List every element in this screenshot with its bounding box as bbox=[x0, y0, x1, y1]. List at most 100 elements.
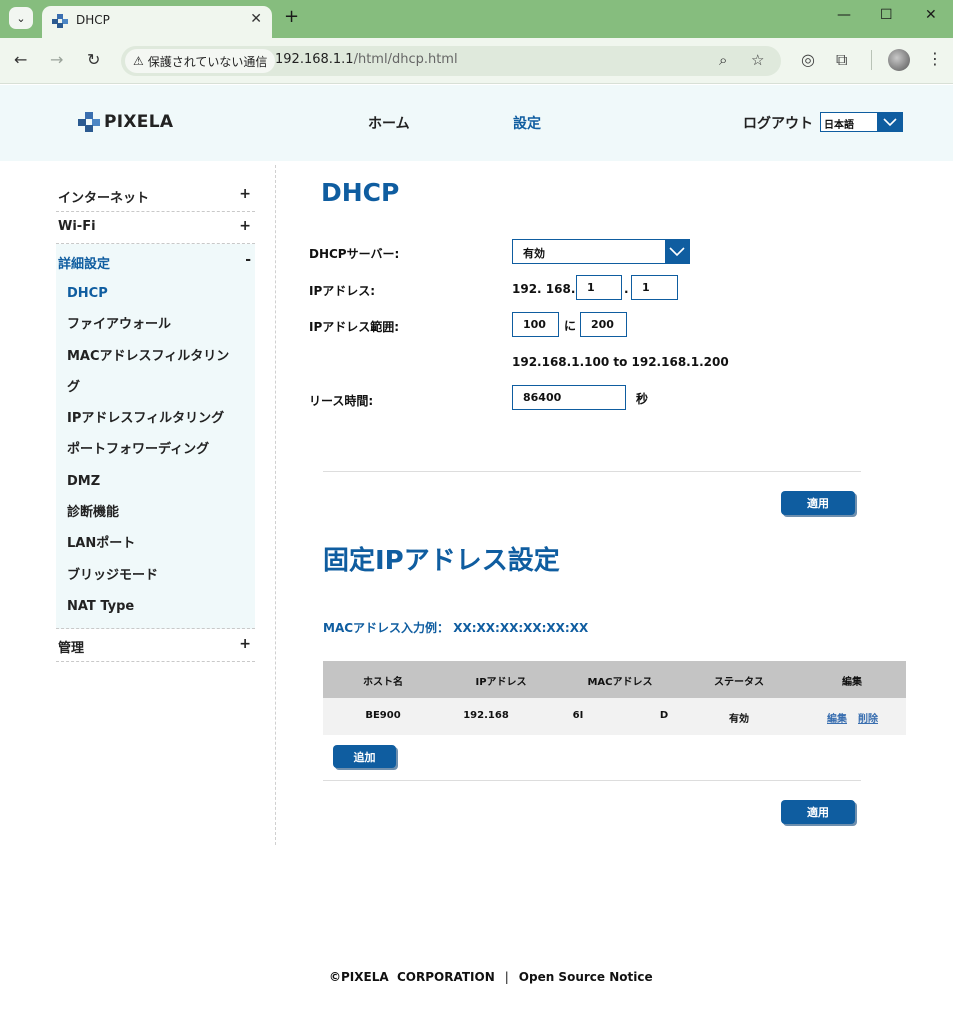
footer-separator: | bbox=[504, 970, 509, 984]
minimize-icon[interactable]: — bbox=[837, 7, 851, 23]
url-host: 192.168.1.1 bbox=[275, 52, 354, 67]
sidebar-group-label: インターネット bbox=[58, 191, 150, 206]
new-tab-plus-icon[interactable]: + bbox=[284, 6, 299, 27]
sidebar-item-lan-port[interactable]: LANポート bbox=[56, 528, 255, 559]
language-value: 日本語 bbox=[824, 120, 854, 131]
column-edit: 編集 bbox=[842, 677, 862, 688]
chevron-down-icon: ⌄ bbox=[16, 11, 26, 25]
back-arrow-icon[interactable]: ← bbox=[14, 50, 27, 69]
sidebar-item-dhcp[interactable]: DHCP bbox=[56, 278, 255, 309]
static-ip-table-header: ホスト名 IPアドレス MACアドレス ステータス 編集 bbox=[323, 661, 906, 698]
sidebar-item-port-forwarding[interactable]: ポートフォワーディング bbox=[56, 434, 255, 465]
ip-address-label: IPアドレス: bbox=[309, 284, 376, 298]
url-text[interactable]: 192.168.1.1/html/dhcp.html bbox=[275, 52, 458, 67]
ip-octet4-input[interactable]: 1 bbox=[631, 275, 678, 300]
expand-plus-icon[interactable]: + bbox=[239, 636, 251, 652]
sidebar-group-label: 詳細設定 bbox=[58, 257, 111, 272]
bookmark-star-icon[interactable]: ☆ bbox=[751, 51, 764, 69]
ip-octet3-input[interactable]: 1 bbox=[576, 275, 622, 300]
security-label: 保護されていない通信 bbox=[147, 54, 268, 69]
security-chip[interactable]: ⚠ 保護されていない通信 bbox=[125, 49, 276, 73]
sidebar-item-ip-filtering[interactable]: IPアドレスフィルタリング bbox=[56, 403, 255, 434]
sidebar-item-mac-filtering-wrap[interactable]: グ bbox=[56, 372, 255, 403]
profile-avatar[interactable] bbox=[888, 49, 910, 71]
static-ip-apply-button[interactable]: 適用 bbox=[781, 800, 855, 824]
cell-ip: 192.168 bbox=[463, 710, 509, 721]
dhcp-server-label: DHCPサーバー: bbox=[309, 247, 400, 261]
site-header: PIXELA ホーム 設定 ログアウト 日本語 bbox=[0, 85, 953, 161]
puzzle-extensions-icon[interactable]: ⧉ bbox=[836, 50, 847, 70]
sidebar-group-label: 管理 bbox=[58, 641, 85, 657]
sidebar-item-dmz[interactable]: DMZ bbox=[56, 466, 255, 497]
delete-link[interactable]: 削除 bbox=[858, 710, 878, 725]
lease-time-unit: 秒 bbox=[636, 392, 649, 406]
dhcp-server-value: 有効 bbox=[523, 247, 545, 260]
browser-tab[interactable]: DHCP ✕ bbox=[42, 6, 272, 38]
logo-text: PIXELA bbox=[104, 112, 174, 132]
tab-search-button[interactable]: ⌄ bbox=[9, 7, 33, 29]
edit-link[interactable]: 編集 bbox=[827, 710, 847, 725]
window-close-icon[interactable]: ✕ bbox=[925, 7, 937, 23]
lease-time-label: リース時間: bbox=[309, 394, 374, 408]
reload-icon[interactable]: ↻ bbox=[87, 50, 100, 69]
extension-icon[interactable]: ◎ bbox=[801, 50, 815, 69]
zoom-icon[interactable]: ⌕ bbox=[719, 51, 727, 69]
pixela-favicon-icon bbox=[52, 14, 68, 28]
browser-tab-bar: ⌄ DHCP ✕ + — ☐ ✕ bbox=[0, 0, 953, 38]
sidebar-item-diagnostics[interactable]: 診断機能 bbox=[56, 497, 255, 528]
sidebar-item-firewall[interactable]: ファイアウォール bbox=[56, 309, 255, 340]
language-select[interactable]: 日本語 bbox=[820, 112, 903, 132]
ip-prefix-text: 192. 168. bbox=[512, 282, 576, 296]
sidebar-group-internet[interactable]: インターネット + bbox=[56, 178, 255, 212]
section-divider bbox=[323, 471, 861, 472]
sidebar-group-advanced[interactable]: 詳細設定 - bbox=[56, 244, 255, 276]
column-ip: IPアドレス bbox=[475, 677, 527, 688]
lease-time-input[interactable]: 86400 bbox=[512, 385, 626, 410]
add-static-ip-button[interactable]: 追加 bbox=[333, 745, 396, 768]
sidebar-item-bridge-mode[interactable]: ブリッジモード bbox=[56, 560, 255, 591]
column-status: ステータス bbox=[714, 677, 764, 688]
tab-title: DHCP bbox=[76, 13, 110, 27]
mac-format-hint: MACアドレス入力例： XX:XX:XX:XX:XX:XX bbox=[323, 621, 589, 635]
maximize-icon[interactable]: ☐ bbox=[880, 7, 893, 23]
section-divider bbox=[323, 780, 861, 781]
sidebar-group-wifi[interactable]: Wi-Fi + bbox=[56, 212, 255, 244]
cell-mac-end: D bbox=[659, 710, 669, 721]
address-bar[interactable]: ⚠ 保護されていない通信 192.168.1.1/html/dhcp.html … bbox=[121, 46, 781, 76]
ip-range-end-input[interactable]: 200 bbox=[580, 312, 627, 337]
sidebar-group-label: Wi-Fi bbox=[58, 219, 96, 234]
logo[interactable]: PIXELA bbox=[78, 112, 173, 132]
cell-status: 有効 bbox=[729, 714, 749, 725]
kebab-menu-icon[interactable]: ⋮ bbox=[927, 49, 943, 68]
dhcp-apply-button[interactable]: 適用 bbox=[781, 491, 855, 515]
expand-plus-icon[interactable]: + bbox=[239, 186, 251, 202]
sidebar-group-management[interactable]: 管理 + bbox=[56, 629, 255, 663]
ip-range-start-input[interactable]: 100 bbox=[512, 312, 559, 337]
cell-mac-start: 6I bbox=[572, 710, 584, 721]
collapse-minus-icon[interactable]: - bbox=[245, 252, 251, 268]
close-icon[interactable]: ✕ bbox=[250, 11, 262, 27]
chevron-down-icon bbox=[665, 240, 689, 263]
ip-range-summary: 192.168.1.100 to 192.168.1.200 bbox=[512, 355, 729, 369]
static-ip-title: 固定IPアドレス設定 bbox=[323, 546, 560, 576]
forward-arrow-icon[interactable]: → bbox=[50, 50, 63, 69]
open-source-notice-link[interactable]: Open Source Notice bbox=[519, 970, 653, 984]
table-row: BE900 192.168 6I D 有効 編集 削除 bbox=[323, 698, 906, 735]
logout-link[interactable]: ログアウト bbox=[743, 113, 813, 133]
nav-home-link[interactable]: ホーム bbox=[368, 113, 410, 133]
pixela-logo-icon bbox=[78, 112, 100, 132]
nav-settings-link[interactable]: 設定 bbox=[513, 113, 541, 133]
content-divider bbox=[275, 165, 276, 845]
toolbar-divider bbox=[871, 50, 872, 70]
browser-toolbar: ← → ↻ ⚠ 保護されていない通信 192.168.1.1/html/dhcp… bbox=[0, 38, 953, 84]
copyright-text: ©PIXELA CORPORATION bbox=[329, 970, 495, 984]
chevron-down-icon bbox=[877, 113, 902, 131]
cell-host: BE900 bbox=[365, 710, 401, 721]
dhcp-server-select[interactable]: 有効 bbox=[512, 239, 690, 264]
sidebar-item-nat-type[interactable]: NAT Type bbox=[56, 591, 255, 622]
ip-range-label: IPアドレス範囲: bbox=[309, 320, 400, 334]
ip-range-joiner: に bbox=[564, 319, 577, 333]
expand-plus-icon[interactable]: + bbox=[239, 218, 251, 234]
url-path: /html/dhcp.html bbox=[353, 52, 458, 67]
sidebar-item-mac-filtering[interactable]: MACアドレスフィルタリン bbox=[56, 341, 255, 372]
